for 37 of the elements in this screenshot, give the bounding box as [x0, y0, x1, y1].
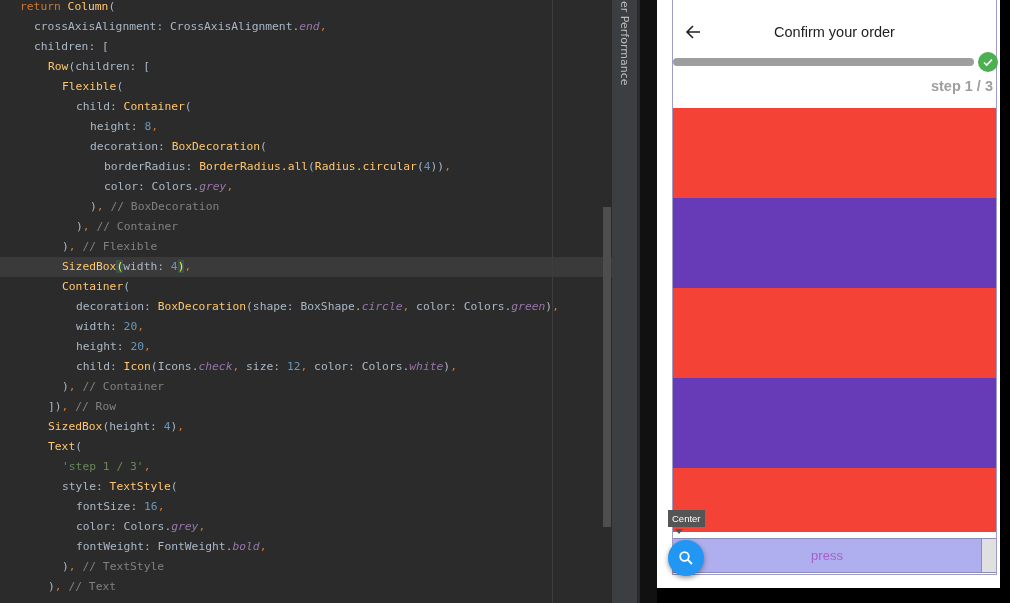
code-line: children: [	[33, 39, 109, 55]
search-icon	[678, 550, 694, 566]
code-line: child: Container(	[75, 99, 192, 115]
code-line: borderRadius: BorderRadius.all(Radius.circular(4)),	[103, 159, 451, 175]
code-line: ), // Flexible	[61, 239, 158, 255]
code-line: decoration: BoxDecoration(shape: BoxShape.circle, color: Colors.green),	[75, 299, 559, 315]
code-line: decoration: BoxDecoration(	[89, 139, 267, 155]
code-line: SizedBox(height: 4),	[47, 419, 185, 435]
code-line: ), // Container	[61, 379, 165, 395]
code-line: SizedBox(width: 4),	[61, 259, 192, 275]
code-line: Container(	[61, 279, 131, 295]
code-line: Row(children: [	[47, 59, 151, 75]
code-line: Flexible(	[61, 79, 124, 95]
code-line: Text(	[47, 439, 83, 455]
code-line: ), // BoxDecoration	[89, 199, 220, 215]
code-line: color: Colors.grey,	[103, 179, 234, 195]
tooltip: Center	[668, 510, 705, 527]
step-label: step 1 / 3	[930, 78, 993, 94]
code-line: height: 8,	[89, 119, 159, 135]
code-line: width: 20,	[75, 319, 145, 335]
code-line: ), // Container	[75, 219, 179, 235]
code-line: 'step 1 / 3',	[61, 459, 151, 475]
scrollbar-thumb[interactable]	[603, 207, 611, 527]
code-line: style: TextStyle(	[61, 479, 178, 495]
back-arrow-icon[interactable]	[685, 24, 701, 40]
code-line: color: Colors.grey,	[75, 519, 206, 535]
app-bar-title: Confirm your order	[774, 24, 895, 40]
code-line: ), // Text	[47, 579, 117, 595]
side-tab[interactable]: er Performance	[618, 1, 631, 86]
code-line: fontSize: 16,	[75, 499, 165, 515]
code-line: child: Icon(Icons.check, size: 12, color: Colors.white),	[75, 359, 457, 375]
code-line: height: 20,	[75, 339, 151, 355]
code-line: crossAxisAlignment: CrossAxisAlignment.end,	[33, 19, 327, 35]
code-line: fontWeight: FontWeight.bold,	[75, 539, 267, 555]
code-line: ), // TextStyle	[61, 559, 165, 575]
code-line: return Column(	[19, 0, 116, 15]
code-line: ]), // Row	[47, 399, 117, 415]
